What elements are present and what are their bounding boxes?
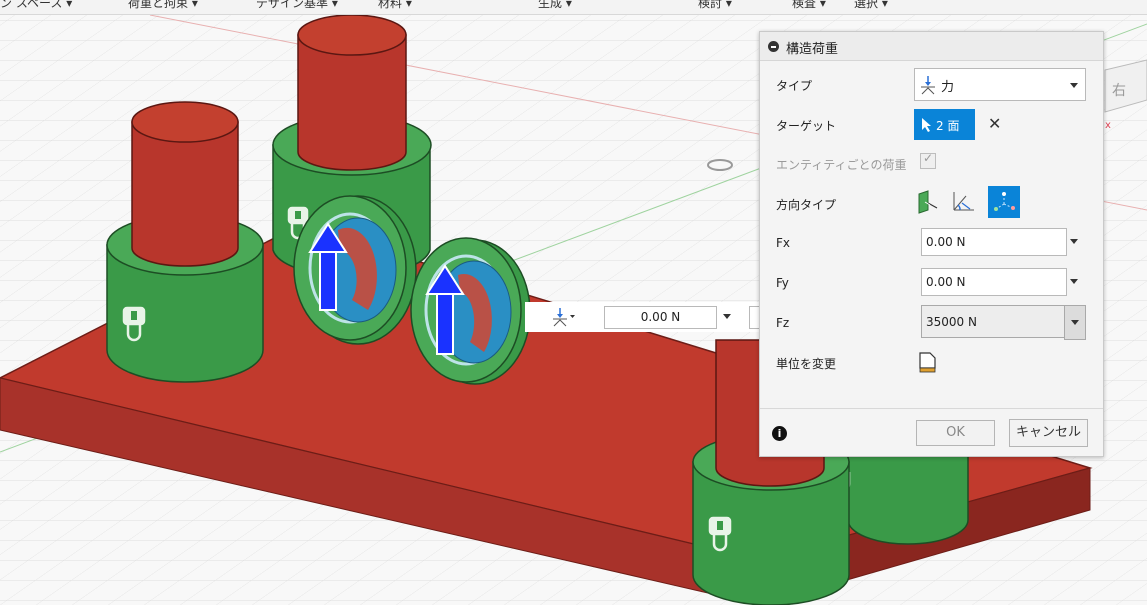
structural-load-dialog: 構造荷重 タイプ 力 ターゲット 2 面 ✕ エンティティごとの荷重 ✓ 方向タ… <box>759 31 1104 457</box>
menu-explore[interactable]: 検討 ▾ <box>698 0 732 11</box>
menu-select[interactable]: 選択 ▾ <box>854 0 888 11</box>
fx-label: Fx <box>776 236 791 250</box>
change-units-label: 単位を変更 <box>776 357 837 371</box>
type-label: タイプ <box>776 79 813 93</box>
dialog-footer-divider <box>760 408 1103 409</box>
dialog-title: 構造荷重 <box>786 42 839 57</box>
fx-value: 0.00 N <box>926 235 966 249</box>
force-icon <box>921 76 935 95</box>
fy-value: 0.00 N <box>926 275 966 289</box>
fy-label: Fy <box>776 276 789 290</box>
menu-material[interactable]: 材料 ▾ <box>378 0 412 11</box>
fz-dropdown-button[interactable] <box>1064 305 1086 340</box>
menu-design-criteria[interactable]: デザイン基準 ▾ <box>256 0 338 11</box>
menu-workspace[interactable]: ン スペース ▾ <box>0 0 72 11</box>
fz-value: 35000 N <box>926 315 977 329</box>
cancel-button[interactable]: キャンセル <box>1009 419 1088 447</box>
fx-input[interactable]: 0.00 N <box>921 228 1067 256</box>
viewcube-x-icon: x <box>1105 120 1111 131</box>
chevron-down-icon[interactable] <box>1070 239 1078 244</box>
target-label: ターゲット <box>776 119 837 133</box>
target-count: 2 面 <box>936 119 960 133</box>
force-type-icon[interactable] <box>551 307 575 327</box>
floating-value: 0.00 N <box>640 310 681 324</box>
check-icon: ✓ <box>923 151 934 165</box>
direction-type-label: 方向タイプ <box>776 198 837 212</box>
per-entity-checkbox[interactable]: ✓ <box>920 151 936 169</box>
cursor-arrow-icon <box>922 118 931 132</box>
bearing-ring-2[interactable] <box>410 237 531 385</box>
bearing-ring-1[interactable] <box>293 195 417 345</box>
collapse-icon[interactable] <box>768 41 779 52</box>
type-select[interactable]: 力 <box>914 68 1086 101</box>
normal-direction-icon[interactable] <box>916 190 938 214</box>
close-icon[interactable]: ✕ <box>988 114 1001 133</box>
chevron-down-icon[interactable] <box>1070 279 1078 284</box>
type-value: 力 <box>941 80 955 95</box>
dialog-header: 構造荷重 <box>760 32 1103 61</box>
fz-label: Fz <box>776 316 790 330</box>
floating-load-input: 0.00 N <box>525 302 771 332</box>
ok-button[interactable]: OK <box>916 420 995 446</box>
boss-right-back[interactable] <box>835 454 969 545</box>
menu-inspect[interactable]: 検査 ▾ <box>792 0 826 11</box>
floating-value-field[interactable]: 0.00 N <box>604 306 717 329</box>
menu-loads-constraints[interactable]: 荷重と拘束 ▾ <box>128 0 198 11</box>
chevron-down-icon[interactable] <box>723 314 731 319</box>
fy-input[interactable]: 0.00 N <box>921 268 1067 296</box>
chevron-down-icon <box>1071 320 1079 325</box>
units-ruler-icon[interactable] <box>918 352 938 374</box>
menu-generate[interactable]: 生成 ▾ <box>538 0 572 11</box>
fz-input[interactable]: 35000 N <box>921 305 1067 338</box>
xyz-components-icon <box>994 192 1015 211</box>
viewcube-face-label: 右 <box>1112 83 1126 99</box>
toolbar-menubar: ン スペース ▾ 荷重と拘束 ▾ デザイン基準 ▾ 材料 ▾ 生成 ▾ 検討 ▾… <box>0 0 1147 15</box>
angle-direction-icon[interactable] <box>952 190 976 214</box>
components-direction-button[interactable] <box>988 186 1020 218</box>
per-entity-label: エンティティごとの荷重 <box>776 158 907 172</box>
info-icon[interactable]: i <box>772 426 787 441</box>
chevron-down-icon <box>1070 82 1078 88</box>
target-select-button[interactable]: 2 面 <box>914 109 975 140</box>
